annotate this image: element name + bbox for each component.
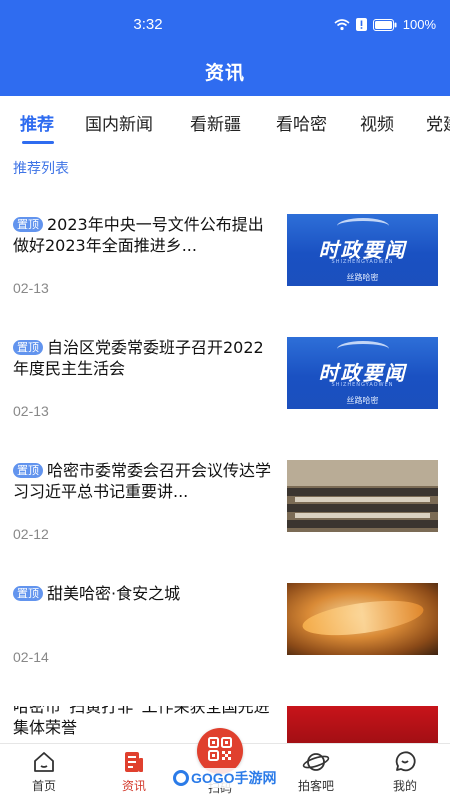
thumbnail-subtitle: SHIZHENGYAOWEN <box>331 382 394 388</box>
active-tab-indicator <box>22 141 54 144</box>
thumbnail-people-row <box>287 520 438 528</box>
news-item[interactable]: 置顶 甜美哈密·食安之城 02-14 <box>0 583 450 705</box>
status-time: 3:32 <box>133 16 163 33</box>
news-text: 置顶 自治区党委常委班子召开2022年度民主生活会 <box>13 337 275 379</box>
page-title: 资讯 <box>204 62 245 84</box>
news-thumbnail <box>287 706 438 743</box>
qr-code-icon <box>207 736 233 766</box>
news-title: 甜美哈密·食安之城 <box>47 584 181 603</box>
tab-domestic-news[interactable]: 国内新闻 <box>85 110 153 135</box>
news-title: 自治区党委常委班子召开2022年度民主生活会 <box>13 338 264 378</box>
category-tabs: 推荐 国内新闻 看新疆 看哈密 视频 党建 <box>0 96 450 148</box>
thumbnail-swoosh <box>337 218 389 234</box>
thumbnail-people-row <box>287 504 438 512</box>
thumbnail-wall <box>287 460 438 486</box>
home-icon <box>9 750 79 774</box>
thumbnail-swoosh <box>337 341 389 357</box>
news-item[interactable]: 置顶 哈密市委常委会召开会议传达学习习近平总书记重要讲... 02-12 <box>0 460 450 582</box>
thumbnail-melon <box>300 594 426 642</box>
news-item[interactable]: 置顶 2023年中央一号文件公布提出做好2023年全面推进乡... 02-13 时… <box>0 214 450 336</box>
nav-news[interactable]: 资讯 <box>99 750 169 794</box>
tab-party-building[interactable]: 党建 <box>426 110 450 135</box>
thumbnail-logo: 丝路哈密 <box>346 273 379 282</box>
nav-label: 我的 <box>392 779 417 793</box>
watermark: GOGO手游网 <box>170 768 280 788</box>
news-text: 置顶 甜美哈密·食安之城 <box>13 583 275 604</box>
battery-icon <box>372 18 397 31</box>
pinned-badge: 置顶 <box>13 586 43 601</box>
tab-recommend[interactable]: 推荐 <box>20 110 54 135</box>
news-title: 2023年中央一号文件公布提出做好2023年全面推进乡... <box>13 215 264 255</box>
news-item[interactable]: 置顶 自治区党委常委班子召开2022年度民主生活会 02-13 时政要闻 SHIZ… <box>0 337 450 459</box>
status-bar: 3:32 100% <box>0 0 450 52</box>
thumbnail-people-row <box>287 488 438 496</box>
battery-percent: 100% <box>402 17 436 32</box>
news-icon <box>99 750 169 774</box>
news-thumbnail: 时政要闻 SHIZHENGYAOWEN 丝路哈密 <box>287 337 438 409</box>
wifi-icon <box>334 18 350 31</box>
news-text: 置顶 哈密市委常委会召开会议传达学习习近平总书记重要讲... <box>13 460 275 502</box>
planet-icon <box>281 750 351 774</box>
nav-home[interactable]: 首页 <box>9 750 79 794</box>
news-date: 02-13 <box>13 280 49 296</box>
news-thumbnail <box>287 583 438 655</box>
app-header: 资讯 <box>0 52 450 96</box>
nav-label: 拍客吧 <box>297 779 334 793</box>
tab-video[interactable]: 视频 <box>360 110 394 135</box>
pinned-badge: 置顶 <box>13 217 43 232</box>
pinned-badge: 置顶 <box>13 463 43 478</box>
profile-icon <box>370 750 440 774</box>
nav-profile[interactable]: 我的 <box>370 750 440 794</box>
tab-xinjiang[interactable]: 看新疆 <box>190 110 241 135</box>
news-text: 置顶 2023年中央一号文件公布提出做好2023年全面推进乡... <box>13 214 275 256</box>
nav-paike[interactable]: 拍客吧 <box>281 750 351 794</box>
pinned-badge: 置顶 <box>13 340 43 355</box>
thumbnail-table <box>295 497 430 502</box>
nav-label: 首页 <box>31 779 56 793</box>
watermark-text: GOGO手游网 <box>191 770 277 786</box>
watermark-logo-icon <box>173 770 189 786</box>
thumbnail-table <box>295 513 430 518</box>
thumbnail-subtitle: SHIZHENGYAOWEN <box>331 259 394 265</box>
status-icons: 100% <box>334 17 436 32</box>
tab-hami[interactable]: 看哈密 <box>276 110 327 135</box>
news-title: 哈密市委常委会召开会议传达学习习近平总书记重要讲... <box>13 461 272 501</box>
news-date: 02-13 <box>13 403 49 419</box>
news-thumbnail: 时政要闻 SHIZHENGYAOWEN 丝路哈密 <box>287 214 438 286</box>
news-date: 02-12 <box>13 526 49 542</box>
section-title: 推荐列表 <box>13 161 69 177</box>
news-date: 02-14 <box>13 649 49 665</box>
news-thumbnail <box>287 460 438 532</box>
alert-icon <box>355 18 367 31</box>
nav-label: 资讯 <box>121 779 146 793</box>
thumbnail-logo: 丝路哈密 <box>346 396 379 405</box>
